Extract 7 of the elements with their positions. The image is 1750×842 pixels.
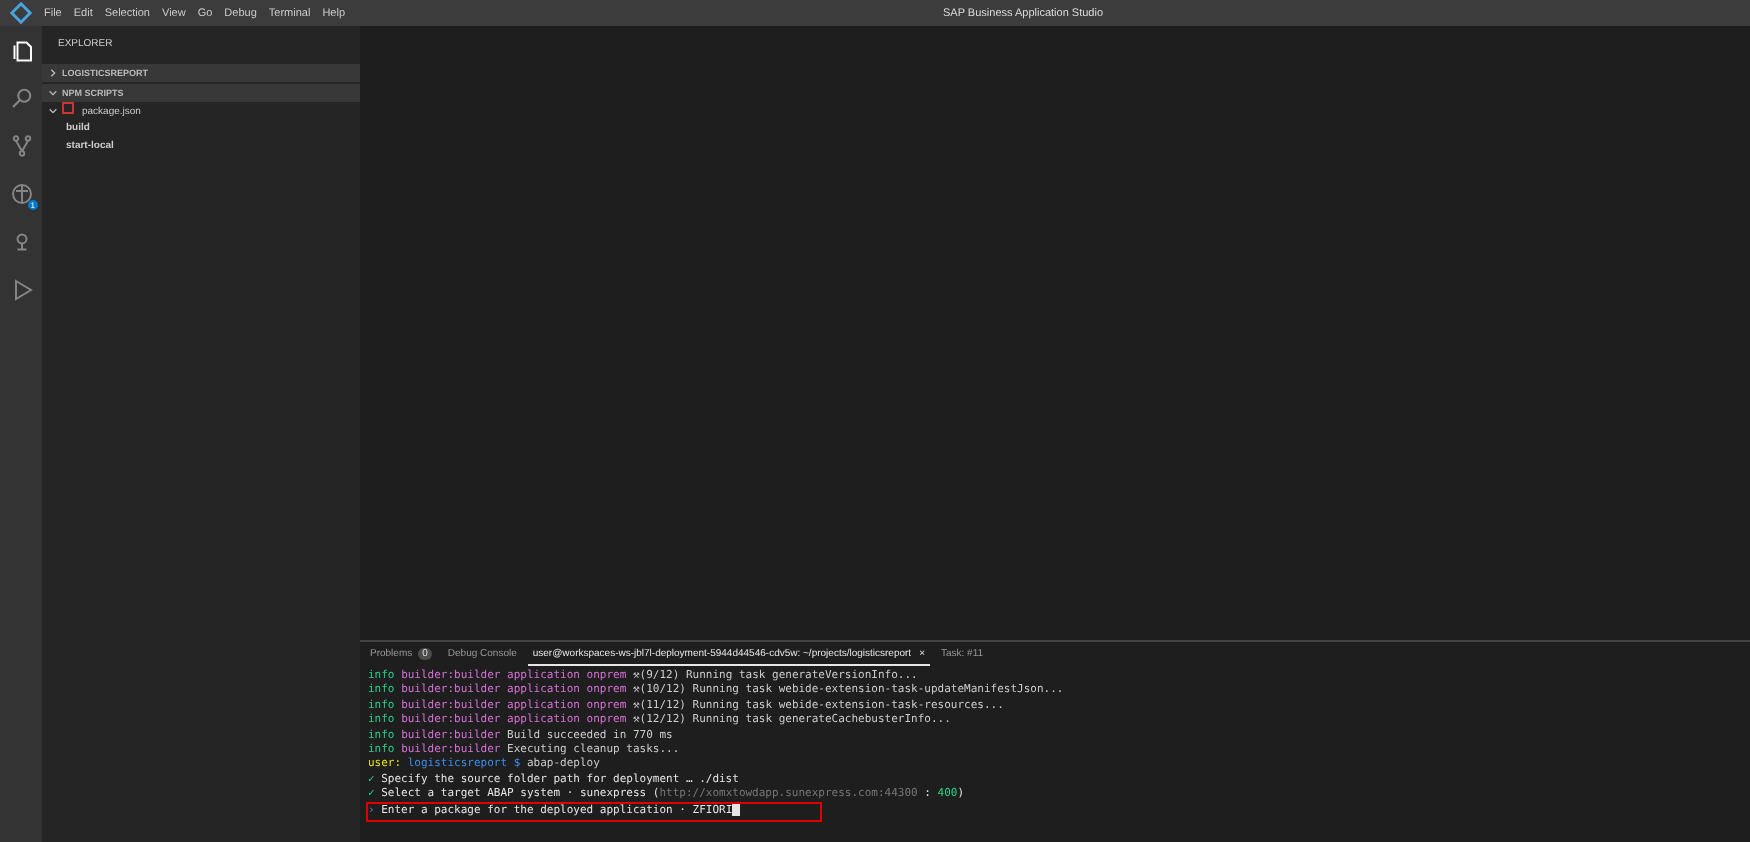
package-icon <box>62 102 74 114</box>
globe-icon[interactable] <box>10 182 34 206</box>
play-icon[interactable] <box>10 278 34 302</box>
branch-icon[interactable] <box>10 134 34 158</box>
logo-icon <box>10 2 32 24</box>
search-icon[interactable] <box>10 86 34 110</box>
files-icon[interactable] <box>10 38 34 62</box>
